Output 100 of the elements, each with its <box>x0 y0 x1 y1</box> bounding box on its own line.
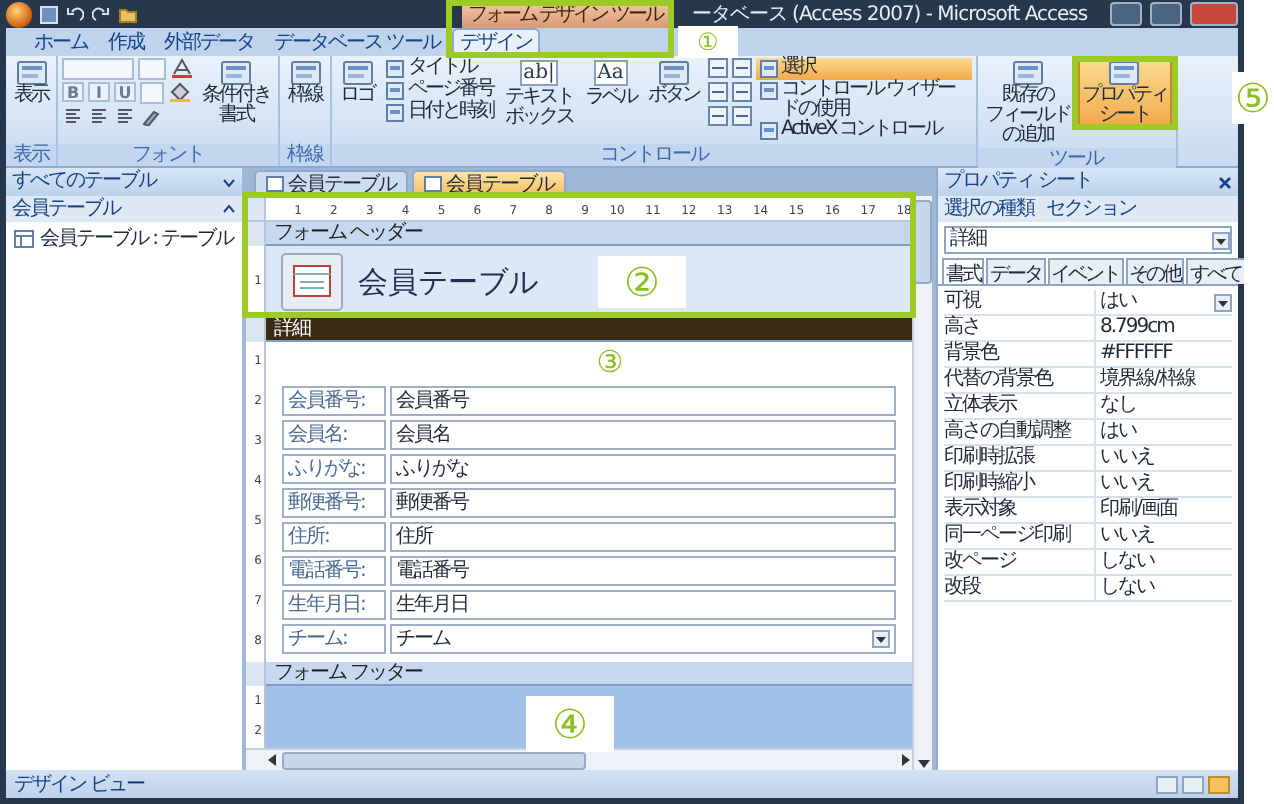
table-icon <box>14 229 34 247</box>
group-label: コントロール <box>332 144 975 166</box>
ribbon-button[interactable]: ボタン <box>644 58 703 108</box>
selection-label: 選択の種類 <box>944 196 1034 222</box>
small-icon <box>759 82 777 100</box>
ribbon-button[interactable]: 枠線 <box>284 58 326 108</box>
ribbon-button[interactable]: 既存の フィールド の追加 <box>981 58 1074 148</box>
ribbon-button[interactable]: 選択 <box>755 58 971 80</box>
ribbon-button[interactable]: ab| テキスト ボックス <box>501 58 577 130</box>
folder-icon[interactable] <box>118 5 138 23</box>
property-tab[interactable]: 書式 <box>942 258 984 284</box>
ribbon-button[interactable]: タイトル <box>382 58 497 80</box>
combo-box[interactable]: チーム <box>390 624 896 654</box>
field-label[interactable]: 住所: <box>282 522 386 552</box>
form-title: 会員テーブル <box>358 263 538 301</box>
property-value[interactable]: いいえ <box>1096 472 1232 496</box>
align-icon[interactable] <box>62 106 84 126</box>
property-value[interactable]: はい <box>1096 290 1232 314</box>
section-bar[interactable]: 詳細 <box>266 318 912 342</box>
property-name: 高さの自動調整 <box>944 420 1096 444</box>
property-value[interactable]: しない <box>1096 576 1232 600</box>
format-button[interactable]: U <box>114 82 136 102</box>
property-value[interactable]: いいえ <box>1096 524 1232 548</box>
field-label[interactable]: 生年月日: <box>282 590 386 620</box>
control-icon[interactable] <box>707 58 727 78</box>
section-bar[interactable]: フォーム ヘッダー <box>266 222 912 246</box>
text-box[interactable]: ふりがな <box>390 454 896 484</box>
status-text: デザイン ビュー <box>14 772 145 798</box>
property-value[interactable]: #FFFFFF <box>1096 342 1232 366</box>
field-label[interactable]: 会員番号: <box>282 386 386 416</box>
ribbon-button[interactable]: 日付と時刻 <box>382 102 497 124</box>
text-box[interactable]: 会員番号 <box>390 386 896 416</box>
font-size-field[interactable] <box>138 57 166 79</box>
ribbon-button[interactable]: 表示 <box>10 58 52 108</box>
property-name: 同一ページ印刷 <box>944 524 1096 548</box>
property-tab[interactable]: データ <box>986 258 1045 284</box>
chevron-down-icon[interactable] <box>222 175 236 189</box>
ribbon-tab[interactable]: データベース ツール <box>266 28 449 56</box>
ribbon-button[interactable]: ページ番号 <box>382 80 497 102</box>
control-icon[interactable] <box>731 58 751 78</box>
property-value[interactable]: しない <box>1096 550 1232 574</box>
ribbon-button[interactable]: ActiveX コントロール <box>755 120 971 142</box>
property-value[interactable]: はい <box>1096 420 1232 444</box>
nav-item[interactable]: 会員テーブル : テーブル <box>40 224 234 252</box>
group-label: 表示 <box>6 144 56 166</box>
property-value[interactable]: 境界線/枠線 <box>1096 368 1232 392</box>
property-tab[interactable]: その他 <box>1125 258 1184 284</box>
group-label: ツール <box>977 148 1175 170</box>
property-value[interactable]: 8.799cm <box>1096 316 1232 340</box>
fill-color-icon[interactable] <box>168 82 192 102</box>
redo-icon[interactable] <box>92 5 110 23</box>
ribbon-tab[interactable]: 作成 <box>100 28 152 56</box>
property-value[interactable]: なし <box>1096 394 1232 418</box>
align-icon[interactable] <box>114 106 136 126</box>
chevron-up-icon[interactable] <box>222 202 236 216</box>
field-label[interactable]: ふりがな: <box>282 454 386 484</box>
object-dropdown[interactable]: 詳細 <box>944 226 1232 254</box>
ribbon-button[interactable]: Aa ラベル <box>581 58 640 110</box>
ribbon-button[interactable]: 条件付き 書式 <box>198 58 274 128</box>
scroll-right-icon[interactable] <box>900 754 912 766</box>
close-icon[interactable] <box>1218 175 1232 189</box>
font-color-icon[interactable] <box>170 58 194 78</box>
field-label[interactable]: チーム: <box>282 624 386 654</box>
undo-icon[interactable] <box>66 5 84 23</box>
field-label[interactable]: 郵便番号: <box>282 488 386 518</box>
scroll-thumb[interactable] <box>282 751 586 769</box>
office-button[interactable] <box>6 1 32 27</box>
property-value[interactable]: いいえ <box>1096 446 1232 470</box>
text-box[interactable]: 郵便番号 <box>390 488 896 518</box>
control-icon[interactable] <box>707 82 727 102</box>
format-button[interactable]: B <box>62 82 84 102</box>
minimize-button[interactable] <box>1110 2 1142 26</box>
align-icon[interactable] <box>88 106 110 126</box>
annotation-number: ① <box>677 26 738 58</box>
property-value[interactable]: 印刷/画面 <box>1096 498 1232 522</box>
text-box[interactable]: 生年月日 <box>390 590 896 620</box>
text-box[interactable]: 会員名 <box>390 420 896 450</box>
control-icon[interactable] <box>731 82 751 102</box>
brush-icon[interactable] <box>140 106 160 126</box>
scroll-left-icon[interactable] <box>266 754 278 766</box>
line-width-field[interactable] <box>140 81 164 103</box>
text-box[interactable]: 電話番号 <box>390 556 896 586</box>
ribbon-tab[interactable]: 外部データ <box>156 28 262 56</box>
format-button[interactable]: I <box>88 82 110 102</box>
save-icon[interactable] <box>40 5 58 23</box>
field-label[interactable]: 電話番号: <box>282 556 386 586</box>
ribbon-tab[interactable]: ホーム <box>26 28 96 56</box>
property-tab[interactable]: すべて <box>1186 258 1245 284</box>
panel-title: プロパティ シート <box>944 168 1093 196</box>
maximize-button[interactable] <box>1150 2 1182 26</box>
ribbon-button[interactable]: コントロール ウィザードの使用 <box>755 80 971 120</box>
section-bar[interactable]: フォーム フッター <box>266 662 912 686</box>
property-name: 印刷時拡張 <box>944 446 1096 470</box>
control-icon[interactable] <box>707 106 727 126</box>
property-tab[interactable]: イベント <box>1047 258 1123 284</box>
font-name-field[interactable] <box>62 57 134 79</box>
field-label[interactable]: 会員名: <box>282 420 386 450</box>
ribbon-button[interactable]: ロゴ <box>336 58 378 108</box>
control-icon[interactable] <box>731 106 751 126</box>
text-box[interactable]: 住所 <box>390 522 896 552</box>
